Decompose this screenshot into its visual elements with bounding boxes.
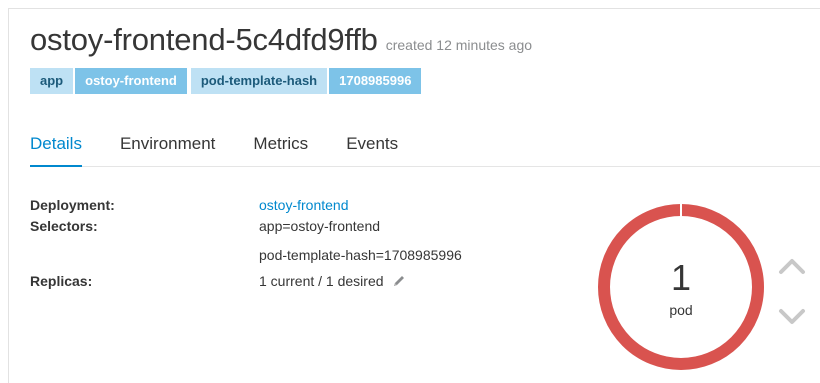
tab-events[interactable]: Events: [346, 132, 398, 166]
label-pod-template-hash[interactable]: pod-template-hash 1708985996: [190, 68, 422, 94]
chevron-down-icon[interactable]: [778, 308, 806, 331]
deployment-row: Deployment: ostoy-frontend: [30, 197, 349, 213]
selector-value: app=ostoy-frontend: [259, 218, 381, 234]
deployment-link[interactable]: ostoy-frontend: [259, 197, 349, 213]
replicas-value-wrap: 1 current / 1 desired: [259, 273, 406, 291]
selectors-label: Selectors:: [30, 218, 98, 234]
pod-count: 1: [670, 257, 692, 298]
page-title: ostoy-frontend-5c4dfd9ffb: [30, 22, 378, 57]
tab-bar: Details Environment Metrics Events: [30, 132, 820, 167]
label-key[interactable]: app: [30, 68, 74, 94]
deployment-label: Deployment:: [30, 197, 115, 213]
selector-value: pod-template-hash=1708985996: [259, 247, 462, 263]
replicas-value: 1 current / 1 desired: [259, 273, 384, 289]
pencil-icon[interactable]: [392, 274, 406, 291]
label-value[interactable]: 1708985996: [329, 68, 422, 94]
label-key[interactable]: pod-template-hash: [190, 68, 328, 94]
tab-details[interactable]: Details: [30, 132, 82, 167]
created-timestamp: created 12 minutes ago: [385, 37, 533, 53]
chevron-up-icon[interactable]: [778, 257, 806, 280]
replicas-label: Replicas:: [30, 273, 93, 289]
label-list: app ostoy-frontend pod-template-hash 170…: [30, 68, 422, 94]
pod-unit: pod: [669, 302, 693, 318]
replicas-row: Replicas: 1 current / 1 desired: [30, 273, 404, 289]
tab-environment[interactable]: Environment: [120, 132, 215, 166]
tab-metrics[interactable]: Metrics: [253, 132, 308, 166]
label-value[interactable]: ostoy-frontend: [75, 68, 187, 94]
page-header: ostoy-frontend-5c4dfd9ffb created 12 min…: [30, 22, 532, 58]
label-app[interactable]: app ostoy-frontend: [30, 68, 187, 94]
selectors-row: Selectors: app=ostoy-frontend: [30, 218, 380, 234]
